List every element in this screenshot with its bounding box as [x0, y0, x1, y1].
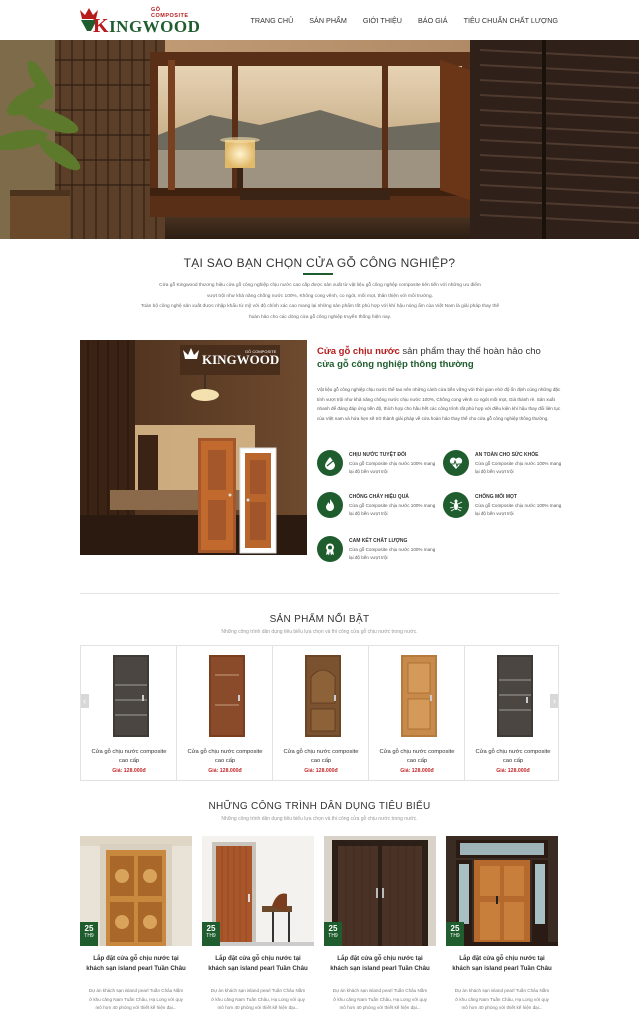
product-door-image[interactable] — [497, 655, 533, 737]
product-door-image[interactable] — [305, 655, 341, 737]
project-date-badge: 25 TH9 — [202, 922, 220, 946]
why-section-title: TẠI SAO BẠN CHỌN CỬA GỖ CÔNG NGHIỆP? — [183, 256, 456, 270]
logo-tagline: GỖ COMPOSITE — [151, 7, 189, 19]
projects-section-title: NHỮNG CÔNG TRÌNH DÂN DỤNG TIÊU BIỂU — [208, 801, 431, 812]
project-excerpt: Dự án khách sạn island pearl Tuần Châu N… — [454, 988, 550, 1010]
nav-home[interactable]: TRANG CHỦ — [251, 16, 294, 25]
nav-quality-standards[interactable]: TIÊU CHUẨN CHẤT LƯỢNG — [464, 16, 558, 25]
benefit-health-safe: AN TOÀN CHO SỨC KHỎE Cửa gỗ Composite ch… — [443, 450, 565, 482]
feature-heading: Cửa gỗ chịu nước sản phẩm thay thế hoàn … — [317, 346, 541, 370]
benefit-fire-resistant: CHỐNG CHÁY HIỆU QUẢ Cửa gỗ Composite chị… — [317, 492, 439, 524]
main-nav: TRANG CHỦ SẢN PHẨM GIỚI THIỆU BÁO GIÁ TI… — [235, 16, 558, 25]
nav-products[interactable]: SẢN PHẨM — [309, 16, 347, 25]
project-title[interactable]: Lắp đặt cửa gỗ chịu nước tại khách sạn i… — [450, 954, 554, 973]
feature-showroom-image: KINGWOOD GỖ COMPOSITE — [80, 340, 307, 555]
product-door-image[interactable] — [209, 655, 245, 737]
product-card[interactable]: Cửa gỗ chịu nước composite cao cấp Giá: 1… — [465, 646, 561, 780]
kingwood-logo[interactable]: KINGWOOD GỖ COMPOSITE — [79, 6, 200, 37]
title-underline — [303, 273, 333, 275]
hero-interior-image — [0, 40, 639, 239]
product-price: Giá: 128.000đ — [112, 768, 146, 774]
benefit-quality-commitment: CAM KẾT CHẤT LƯỢNG Cửa gỗ Composite chịu… — [317, 536, 439, 568]
feature-image-logo: KINGWOOD — [202, 352, 279, 367]
product-door-image[interactable] — [401, 655, 437, 737]
section-divider — [80, 593, 559, 594]
product-card[interactable]: Cửa gỗ chịu nước composite cao cấp Giá: 1… — [81, 646, 177, 780]
nav-pricing[interactable]: BÁO GIÁ — [418, 16, 448, 25]
insect-icon — [443, 492, 469, 518]
project-card[interactable]: 25 TH9 Lắp đặt cửa gỗ chịu nước tại khách… — [80, 836, 192, 1024]
products-section-title: SẢN PHẨM NỔI BẬT — [269, 614, 370, 625]
project-excerpt: Dự án khách sạn island pearl Tuần Châu N… — [332, 988, 428, 1010]
benefit-termite-proof: CHỐNG MỐI MỌT Cửa gỗ Composite chịu nước… — [443, 492, 565, 524]
featured-products-carousel: Cửa gỗ chịu nước composite cao cấp Giá: 1… — [80, 645, 559, 781]
project-title[interactable]: Lắp đặt cửa gỗ chịu nước tại khách sạn i… — [206, 954, 310, 973]
projects-section-subtitle: Những công trình dân dụng tiêu biểu lựa … — [221, 816, 418, 822]
project-excerpt: Dự án khách sạn island pearl Tuần Châu N… — [88, 988, 184, 1010]
feature-image-logo-tag: GỖ COMPOSITE — [245, 349, 277, 354]
why-section-description: Cửa gỗ Kingwood thương hiệu cửa gỗ công … — [140, 283, 500, 320]
product-card[interactable]: Cửa gỗ chịu nước composite cao cấp Giá: 1… — [369, 646, 465, 780]
project-title[interactable]: Lắp đặt cửa gỗ chịu nước tại khách sạn i… — [328, 954, 432, 973]
benefit-waterproof: CHỊU NƯỚC TUYỆT ĐỐI Cửa gỗ Composite chị… — [317, 450, 439, 482]
product-name[interactable]: Cửa gỗ chịu nước composite cao cấp — [273, 748, 369, 766]
feature-description: Vật liệu gỗ công nghiệp chịu nước thể ta… — [317, 387, 561, 421]
water-drop-icon — [317, 450, 343, 476]
hero-banner — [0, 40, 639, 239]
badge-icon — [317, 536, 343, 562]
product-card[interactable]: Cửa gỗ chịu nước composite cao cấp Giá: 1… — [177, 646, 273, 780]
heartbeat-icon — [443, 450, 469, 476]
product-price: Giá: 128.000đ — [304, 768, 338, 774]
site-header: KINGWOOD GỖ COMPOSITE TRANG CHỦ SẢN PHẨM… — [0, 0, 639, 40]
project-excerpt: Dự án khách sạn island pearl Tuần Châu N… — [210, 988, 306, 1010]
products-section-subtitle: Những công trình dân dụng tiêu biểu lựa … — [221, 629, 418, 635]
nav-about[interactable]: GIỚI THIỆU — [363, 16, 402, 25]
project-title[interactable]: Lắp đặt cửa gỗ chịu nước tại khách sạn i… — [84, 954, 188, 973]
product-name[interactable]: Cửa gỗ chịu nước composite cao cấp — [177, 748, 273, 766]
project-card[interactable]: 25 TH9 Lắp đặt cửa gỗ chịu nước tại khách… — [446, 836, 558, 1024]
product-price: Giá: 128.000đ — [400, 768, 434, 774]
project-card[interactable]: 25 TH9 Lắp đặt cửa gỗ chịu nước tại khách… — [202, 836, 314, 1024]
project-card[interactable]: 25 TH9 Lắp đặt cửa gỗ chịu nước tại khách… — [324, 836, 436, 1024]
product-name[interactable]: Cửa gỗ chịu nước composite cao cấp — [81, 748, 177, 766]
product-price: Giá: 128.000đ — [208, 768, 242, 774]
product-price: Giá: 128.000đ — [496, 768, 530, 774]
project-date-badge: 25 TH9 — [80, 922, 98, 946]
product-name[interactable]: Cửa gỗ chịu nước composite cao cấp — [369, 748, 465, 766]
project-date-badge: 25 TH9 — [324, 922, 342, 946]
project-date-badge: 25 TH9 — [446, 922, 464, 946]
product-door-image[interactable] — [113, 655, 149, 737]
product-card[interactable]: Cửa gỗ chịu nước composite cao cấp Giá: 1… — [273, 646, 369, 780]
product-name[interactable]: Cửa gỗ chịu nước composite cao cấp — [465, 748, 561, 766]
fire-icon — [317, 492, 343, 518]
